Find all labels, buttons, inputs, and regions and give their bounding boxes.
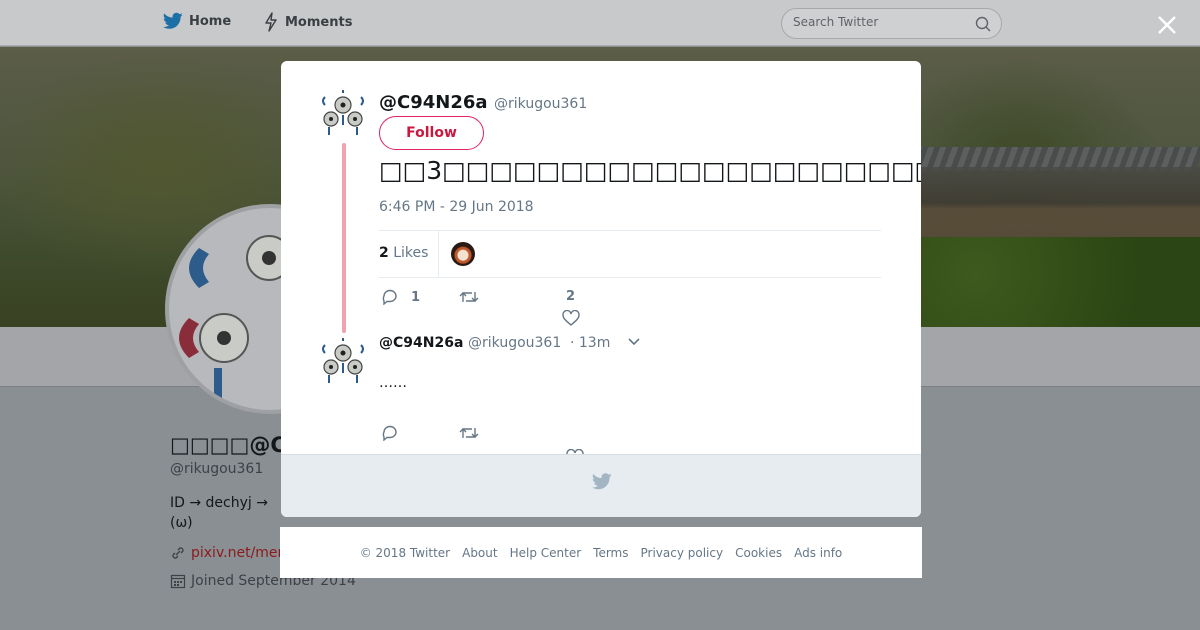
footer-link-cookies[interactable]: Cookies <box>735 546 782 560</box>
profile-handle: @rikugou361 <box>170 461 264 477</box>
close-icon[interactable] <box>1155 13 1179 37</box>
nav-home[interactable]: Home <box>163 12 231 30</box>
tweet-timestamp[interactable]: 6:46 PM - 29 Jun 2018 <box>379 199 534 215</box>
tweet-author-handle[interactable]: @rikugou361 <box>494 96 587 112</box>
modal-footer <box>281 454 921 517</box>
top-navigation: Home Moments <box>0 0 1200 46</box>
tweet-stats: 2 Likes <box>379 230 881 278</box>
liker-avatar[interactable] <box>451 242 475 266</box>
tweet-modal: @C94N26a @rikugou361 Follow □□3□□□□□□□□□… <box>281 61 921 517</box>
tweet-author-name[interactable]: @C94N26a <box>379 92 488 113</box>
footer-link-about[interactable]: About <box>462 546 497 560</box>
reply-retweet-button[interactable] <box>459 425 491 441</box>
likes-label: Likes <box>393 245 429 261</box>
chevron-down-icon[interactable] <box>627 337 641 347</box>
footer-link-terms[interactable]: Terms <box>593 546 628 560</box>
thread-line <box>342 143 346 333</box>
reply-icon <box>382 289 397 305</box>
reply-count: 1 <box>411 289 421 305</box>
reply-icon <box>382 425 397 441</box>
retweet-button[interactable] <box>459 289 491 305</box>
reply-author-name[interactable]: @C94N26a <box>379 335 463 351</box>
like-count: 2 <box>566 289 576 304</box>
retweet-icon <box>459 292 479 302</box>
link-icon <box>172 547 184 559</box>
search-input[interactable] <box>793 15 963 29</box>
retweet-icon <box>459 428 479 438</box>
reply-time[interactable]: · 13m <box>570 335 610 351</box>
reply-reply-button[interactable] <box>381 425 411 441</box>
reply-author-avatar[interactable] <box>319 337 367 385</box>
nav-moments[interactable]: Moments <box>263 12 352 32</box>
profile-website[interactable]: pixiv.net/mer <box>170 545 283 561</box>
likes-stat[interactable]: 2 Likes <box>379 245 428 261</box>
heart-icon <box>562 310 580 326</box>
twitter-bird-icon <box>592 473 612 490</box>
footer-link-ads-info[interactable]: Ads info <box>794 546 842 560</box>
reply-actions <box>379 425 679 465</box>
page-footer: © 2018 Twitter About Help Center Terms P… <box>280 527 922 578</box>
tweet-text: □□3□□□□□□□□□□□□□□□□□□□□□□□□□□□□□□□□□□□□□… <box>379 156 921 185</box>
follow-button[interactable]: Follow <box>379 116 484 150</box>
likes-number: 2 <box>379 245 389 261</box>
nav-home-label: Home <box>189 13 232 29</box>
tweet-author-avatar[interactable] <box>319 89 367 137</box>
footer-link-help-center[interactable]: Help Center <box>510 546 582 560</box>
twitter-bird-icon <box>163 12 183 29</box>
search-box[interactable] <box>781 8 1002 39</box>
reply-button[interactable]: 1 <box>381 289 420 305</box>
like-button[interactable]: 2 <box>562 289 592 326</box>
banner-hedge <box>880 237 1200 327</box>
tweet-actions: 1 2 <box>379 289 679 326</box>
profile-link-text[interactable]: pixiv.net/mer <box>191 545 283 561</box>
reply-text: …… <box>379 375 407 391</box>
footer-copyright: © 2018 Twitter <box>359 545 451 560</box>
stats-divider <box>438 231 439 277</box>
lightning-icon <box>265 12 277 32</box>
calendar-icon <box>170 574 186 589</box>
profile-bio: ID → dechyj → (ω) <box>170 495 268 531</box>
nav-moments-label: Moments <box>285 14 353 30</box>
reply-author-handle[interactable]: @rikugou361 <box>468 335 561 351</box>
footer-link-privacy[interactable]: Privacy policy <box>641 546 724 560</box>
search-icon[interactable] <box>975 16 991 32</box>
